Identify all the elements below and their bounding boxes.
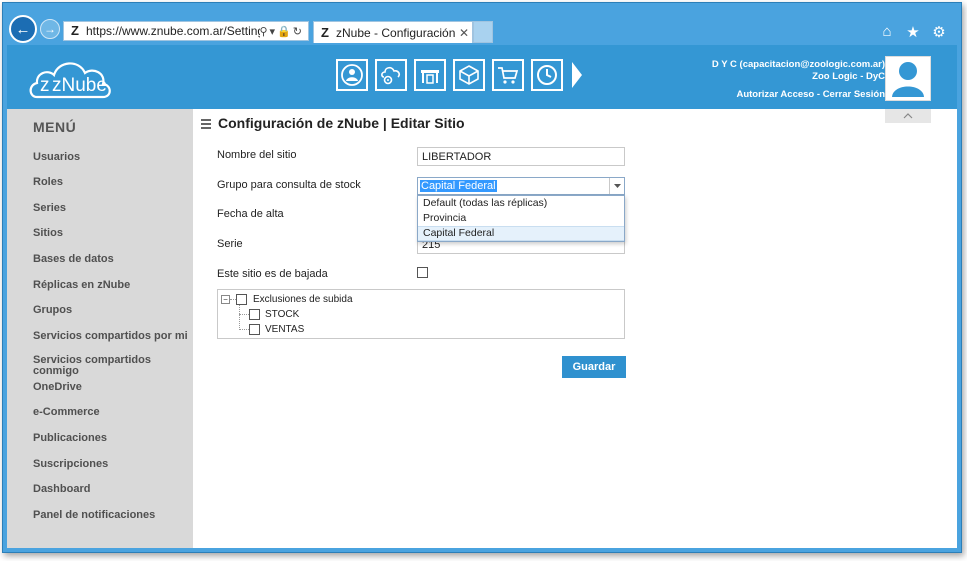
chevron-up-icon xyxy=(903,113,913,119)
sidebar-item-servicios-por-mi[interactable]: Servicios compartidos por mi xyxy=(33,330,193,342)
browser-chrome: ← → Z https://www.znube.com.ar/Settings/… xyxy=(3,3,961,43)
tab-favicon-icon: Z xyxy=(321,24,329,40)
tree-line xyxy=(239,314,249,315)
hamburger-menu-icon[interactable] xyxy=(201,119,211,131)
dropdown-option[interactable]: Default (todas las réplicas) xyxy=(418,196,624,211)
sidebar-item-grupos[interactable]: Grupos xyxy=(33,304,193,316)
authorize-access-link[interactable]: Autorizar Acceso xyxy=(736,89,814,100)
sidebar-item-series[interactable]: Series xyxy=(33,202,193,214)
user-info: D Y C (capacitacion@zoologic.com.ar) Zoo… xyxy=(712,59,885,101)
page-viewport: z zNube D Y C (capacitacion@zoologic.com… xyxy=(7,45,957,548)
settings-gear-icon[interactable]: ⚙ xyxy=(931,23,947,41)
app-header: z zNube D Y C (capacitacion@zoologic.com… xyxy=(7,45,957,109)
address-bar[interactable]: Z https://www.znube.com.ar/Settings/Edi … xyxy=(63,21,309,41)
save-button[interactable]: Guardar xyxy=(562,356,626,378)
dropdown-option-highlighted[interactable]: Capital Federal xyxy=(418,226,624,241)
company-line: Zoo Logic - DyC xyxy=(812,71,885,82)
sidebar-item-ecommerce[interactable]: e-Commerce xyxy=(33,406,193,418)
new-tab-button[interactable] xyxy=(473,21,493,43)
logout-link[interactable]: Cerrar Sesión xyxy=(823,89,885,100)
user-line: D Y C (capacitacion@zoologic.com.ar) xyxy=(711,59,885,70)
exclusions-root-checkbox[interactable] xyxy=(236,294,247,305)
stock-group-dropdown: Default (todas las réplicas) Provincia C… xyxy=(417,195,625,242)
box-icon[interactable] xyxy=(453,59,485,91)
warehouse-icon[interactable] xyxy=(414,59,446,91)
sidebar-item-bases-de-datos[interactable]: Bases de datos xyxy=(33,253,193,265)
sidebar: MENÚ Usuarios Roles Series Sitios Bases … xyxy=(7,109,193,548)
znube-favicon-icon: Z xyxy=(71,23,79,38)
next-arrow-icon[interactable] xyxy=(572,62,582,88)
tab-title: zNube - Configuración de z... xyxy=(336,25,456,40)
exclusions-tree: − Exclusiones de subida STOCK VENTAS xyxy=(217,289,625,339)
tree-child-label: VENTAS xyxy=(265,324,305,335)
stock-group-select[interactable]: Capital Federal xyxy=(417,177,625,195)
close-tab-icon[interactable]: ✕ xyxy=(456,26,472,40)
collapse-node-icon[interactable]: − xyxy=(221,295,230,304)
svg-text:z: z xyxy=(40,75,50,96)
cloud-settings-icon[interactable] xyxy=(375,59,407,91)
bajada-label: Este sitio es de bajada xyxy=(217,268,328,280)
cart-icon[interactable] xyxy=(492,59,524,91)
date-label: Fecha de alta xyxy=(217,208,284,220)
ventas-checkbox[interactable] xyxy=(249,324,260,335)
forward-button[interactable]: → xyxy=(40,19,60,39)
home-icon[interactable]: ⌂ xyxy=(879,23,895,41)
clock-icon[interactable] xyxy=(531,59,563,91)
users-icon[interactable] xyxy=(336,59,368,91)
stock-checkbox[interactable] xyxy=(249,309,260,320)
sidebar-item-usuarios[interactable]: Usuarios xyxy=(33,151,193,163)
svg-text:zNube: zNube xyxy=(52,75,107,96)
serie-label: Serie xyxy=(217,238,243,250)
stock-group-selected-value: Capital Federal xyxy=(420,180,497,192)
browser-tools: ⌂ ★ ⚙ xyxy=(879,23,947,41)
page-title: Configuración de zNube | Editar Sitio xyxy=(218,115,465,131)
sidebar-item-servicios-conmigo[interactable]: Servicios compartidos conmigo xyxy=(33,355,193,377)
user-actions: Autorizar Acceso - Cerrar Sesión xyxy=(712,89,885,101)
sidebar-item-sitios[interactable]: Sitios xyxy=(33,227,193,239)
tree-child-label: STOCK xyxy=(265,309,300,320)
browser-window: ← → Z https://www.znube.com.ar/Settings/… xyxy=(2,2,962,553)
sidebar-item-roles[interactable]: Roles xyxy=(33,176,193,188)
sidebar-item-dashboard[interactable]: Dashboard xyxy=(33,483,193,495)
chevron-down-icon[interactable] xyxy=(609,178,624,194)
site-name-label: Nombre del sitio xyxy=(217,149,297,161)
sidebar-item-onedrive[interactable]: OneDrive xyxy=(33,381,193,393)
main-content: Configuración de zNube | Editar Sitio No… xyxy=(193,109,957,548)
tree-line xyxy=(239,329,249,330)
tree-line xyxy=(239,305,240,330)
bajada-checkbox[interactable] xyxy=(417,267,428,278)
browser-tab-active[interactable]: Z zNube - Configuración de z... ✕ xyxy=(313,21,473,43)
module-icons xyxy=(336,59,582,91)
address-tools-icon[interactable]: ⚲▾🔒↻ xyxy=(260,25,309,38)
sidebar-item-replicas[interactable]: Réplicas en zNube xyxy=(33,279,193,291)
dropdown-option[interactable]: Provincia xyxy=(418,211,624,226)
tree-root-label: Exclusiones de subida xyxy=(253,294,353,305)
stock-group-label: Grupo para consulta de stock xyxy=(217,179,361,191)
sidebar-item-publicaciones[interactable]: Publicaciones xyxy=(33,432,193,444)
address-url[interactable]: https://www.znube.com.ar/Settings/Edi xyxy=(86,24,260,38)
avatar[interactable] xyxy=(885,56,931,101)
favorites-star-icon[interactable]: ★ xyxy=(905,23,921,41)
sidebar-item-suscripciones[interactable]: Suscripciones xyxy=(33,458,193,470)
back-button[interactable]: ← xyxy=(9,15,37,43)
site-name-input[interactable]: LIBERTADOR xyxy=(417,147,625,166)
menu-title: MENÚ xyxy=(33,119,77,135)
znube-logo[interactable]: z zNube xyxy=(27,53,113,101)
collapse-header-button[interactable] xyxy=(885,109,931,123)
sidebar-item-notificaciones[interactable]: Panel de notificaciones xyxy=(33,509,193,521)
